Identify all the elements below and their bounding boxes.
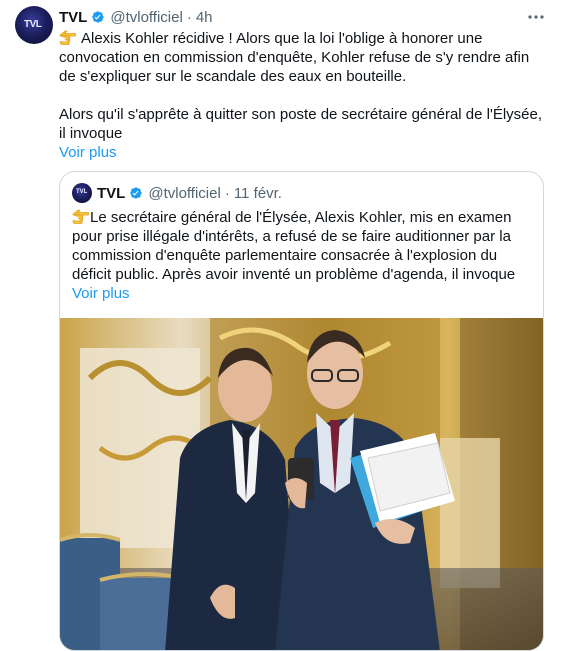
tweet-header: TVL @tvlofficiel · 4h [59,7,213,27]
quoted-tweet-header: TVL TVL @tvlofficiel · 11 févr. [72,183,282,203]
quoted-author-name: TVL [97,184,126,202]
tweet-timestamp[interactable]: 4h [196,9,213,26]
quoted-show-more-link[interactable]: Voir plus [72,284,532,303]
show-more-link[interactable]: Voir plus [59,143,549,162]
tweet-paragraph-1: Alexis Kohler récidive ! Alors que la lo… [59,29,549,86]
author-handle[interactable]: @tvlofficiel [110,9,182,26]
pointing-hand-emoji [59,30,76,45]
author-name[interactable]: TVL [59,9,87,26]
verified-badge-icon [130,187,142,199]
quoted-tweet-body: Le secrétaire général de l'Élysée, Alexi… [72,208,532,303]
tweet-paragraph-1-text: Alexis Kohler récidive ! Alors que la lo… [59,30,530,85]
tweet-body: Alexis Kohler récidive ! Alors que la lo… [59,29,549,162]
tweet[interactable]: TVL TVL @tvlofficiel · 4h Alexis Kohler … [0,0,562,651]
tweet-paragraph-2: Alors qu'il s'apprête à quitter son post… [59,106,543,142]
quoted-tweet-timestamp: 11 févr. [233,184,282,202]
header-separator: · [186,8,192,26]
author-avatar[interactable]: TVL [15,6,53,44]
quoted-author-handle: @tvlofficiel [148,184,221,202]
quoted-tweet[interactable]: TVL TVL @tvlofficiel · 11 févr. Le secré… [59,171,544,651]
tweet-photo[interactable] [60,318,544,651]
quoted-tweet-text: Le secrétaire général de l'Élysée, Alexi… [72,209,516,283]
more-options-icon[interactable] [526,9,546,25]
verified-badge-icon [92,11,104,23]
pointing-hand-emoji [72,209,89,224]
avatar-label: TVL [24,19,42,30]
quoted-avatar-label: TVL [76,189,88,195]
quoted-author-avatar: TVL [72,183,92,203]
quoted-header-separator: · [224,184,230,202]
